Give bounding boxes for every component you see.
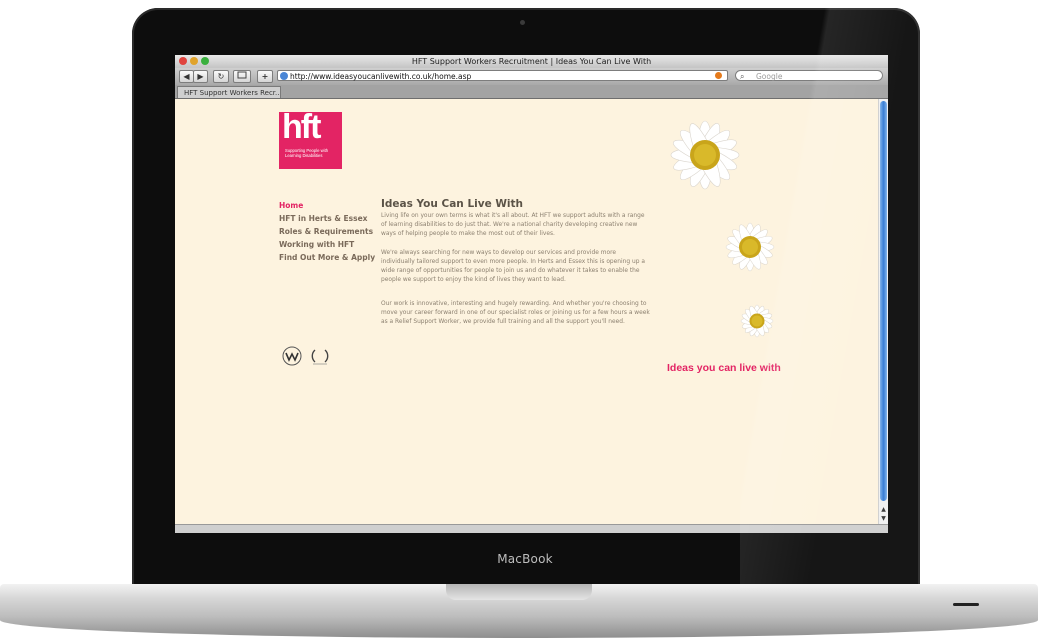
nav-item-home[interactable]: Home [279,199,375,212]
close-window-button[interactable] [179,57,187,65]
minimize-window-button[interactable] [190,57,198,65]
scroll-down-arrow-icon[interactable]: ▼ [879,515,888,523]
browser-window: HFT Support Workers Recruitment | Ideas … [175,55,888,533]
logo-subtitle: Supporting People with Learning Disabili… [285,148,329,158]
nav-item-herts-essex[interactable]: HFT in Herts & Essex [279,212,375,225]
browser-toolbar: ◀ ▶ ↻ + http://www.ideasyoucanlivewith.c… [175,68,888,85]
window-title: HFT Support Workers Recruitment | Ideas … [411,57,652,66]
intro-paragraph: Living life on your own terms is what it… [381,213,645,237]
back-button[interactable]: ◀ [179,70,194,83]
rewards-paragraph: Our work is innovative, interesting and … [381,301,650,325]
daisy-small-image [740,304,774,338]
device-brand-label: MacBook [497,552,553,566]
reload-button[interactable]: ↻ [213,70,229,83]
scroll-up-arrow-icon[interactable]: ▲ [879,506,888,514]
tab-bar: HFT Support Workers Recr... [175,85,888,99]
daisy-large-image [670,120,740,190]
snapback-icon [237,71,247,79]
hft-logo[interactable]: hft Supporting People with Learning Disa… [279,108,342,169]
tab-hft-home[interactable]: HFT Support Workers Recr... [177,86,281,98]
forward-button[interactable]: ▶ [193,70,208,83]
positive-about-disabled-icon [282,346,302,366]
sleep-indicator [953,603,979,606]
window-titlebar: HFT Support Workers Recruitment | Ideas … [175,55,888,68]
search-icon: ⌕ [740,72,745,81]
tagline: Ideas you can live with [667,362,781,374]
camera-icon [520,20,525,25]
vertical-scrollbar[interactable]: ▲ ▼ [878,99,888,524]
investors-in-people-icon [311,349,329,365]
site-globe-icon [280,72,288,80]
nav-item-working[interactable]: Working with HFT [279,238,375,251]
address-url: http://www.ideasyoucanlivewith.co.uk/hom… [290,72,472,81]
rss-icon[interactable] [715,72,722,79]
snapback-button[interactable] [233,70,251,83]
address-bar[interactable]: http://www.ideasyoucanlivewith.co.uk/hom… [277,70,728,81]
zoom-window-button[interactable] [201,57,209,65]
page-title: Ideas You Can Live With [381,198,524,210]
browser-statusbar [175,524,888,533]
nav-item-roles[interactable]: Roles & Requirements [279,225,375,238]
window-controls [179,57,209,65]
logo-letters: hft [282,108,321,146]
accreditation-logos [281,346,331,366]
laptop-lid-notch [446,584,592,600]
scrollbar-thumb[interactable] [880,101,887,501]
add-bookmark-button[interactable]: + [257,70,273,83]
search-input[interactable]: ⌕ Google [735,70,883,81]
main-nav: Home HFT in Herts & Essex Roles & Requir… [279,199,375,264]
search-placeholder: Google [756,72,783,81]
daisy-medium-image [725,222,775,272]
nav-item-apply[interactable]: Find Out More & Apply [279,251,375,264]
opportunities-paragraph: We're always searching for new ways to d… [381,250,645,283]
